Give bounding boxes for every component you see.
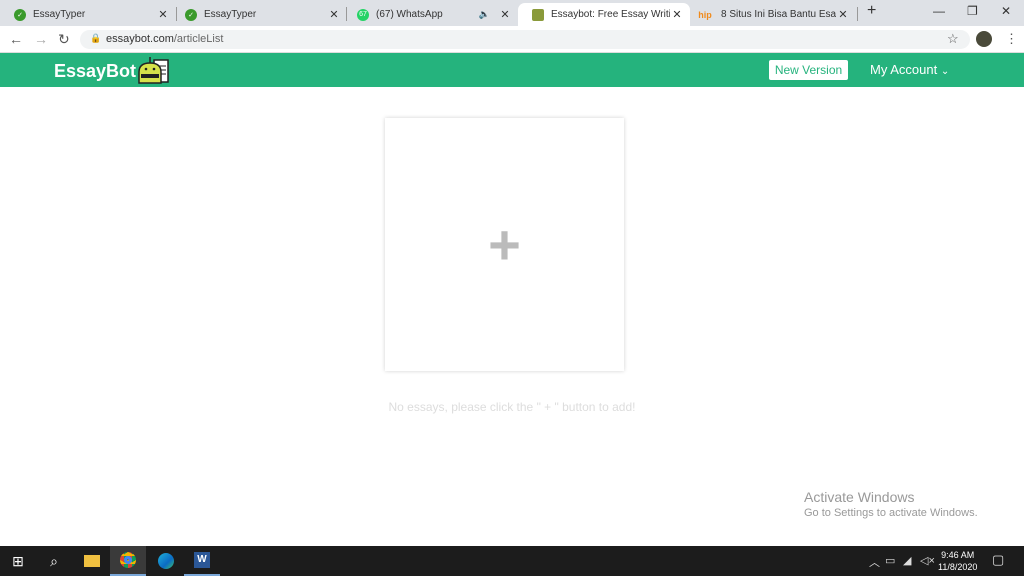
add-essay-card[interactable]: + (385, 118, 624, 371)
watermark-title: Activate Windows (804, 489, 915, 505)
tab-title: EssayTyper (33, 9, 86, 20)
close-tab-icon[interactable]: ✕ (156, 8, 170, 21)
tab-whatsapp[interactable]: 67 (67) WhatsApp 🔈 ✕ (343, 3, 518, 26)
speaker-icon[interactable]: 🔈 (479, 9, 490, 20)
plus-icon: + (488, 212, 521, 276)
tab-essaybot[interactable]: Essaybot: Free Essay Writing To✕ (518, 3, 690, 26)
reload-button[interactable]: ↻ (58, 31, 70, 48)
close-tab-icon[interactable]: ✕ (498, 8, 512, 21)
bookmark-star-icon[interactable]: ☆ (947, 31, 959, 47)
chevron-down-icon: ⌄ (940, 66, 950, 77)
close-tab-icon[interactable]: ✕ (327, 8, 341, 21)
menu-kebab-icon[interactable]: ⋮ (1005, 31, 1018, 47)
search-icon[interactable]: ⌕ (36, 546, 72, 576)
tab-title: 8 Situs Ini Bisa Bantu Esai Hing (721, 9, 836, 20)
url-input[interactable]: 🔒 essaybot.com/articleList (80, 30, 970, 49)
close-window-button[interactable]: ✕ (1001, 4, 1011, 18)
show-hidden-icons-chevron[interactable]: ︿ (869, 554, 880, 570)
hip-icon: hip (698, 9, 712, 20)
activate-windows-watermark: Activate Windows Go to Settings to activ… (804, 489, 978, 519)
url-path: /articleList (173, 33, 224, 45)
close-tab-icon[interactable]: ✕ (836, 8, 850, 21)
essaybot-icon (532, 8, 544, 21)
tab-divider (857, 7, 858, 21)
tab-hipwee[interactable]: hip 8 Situs Ini Bisa Bantu Esai Hing✕ (682, 3, 856, 26)
pencil-check-icon: ✓ (185, 8, 197, 21)
pencil-check-icon: ✓ (14, 8, 26, 21)
site-header: EssayBot New Version My Account ⌄ (0, 53, 1024, 87)
taskbar: ⊞ ⌕ W ︿ ▭ ◢ ◁× 9:46 AM 11/8/2020 ▢ (0, 546, 1024, 576)
essaybot-logo[interactable]: EssayBot (54, 61, 136, 82)
wifi-icon[interactable]: ◢ (903, 554, 911, 567)
empty-state-message: No essays, please click the " + " button… (388, 400, 636, 414)
notifications-icon[interactable]: ▢ (992, 552, 1004, 568)
my-account-label: My Account (870, 62, 938, 77)
file-explorer-icon[interactable] (74, 546, 110, 576)
back-button[interactable]: ← (9, 31, 23, 47)
clock-date: 11/8/2020 (938, 562, 978, 572)
tab-strip: ✓ EssayTyper ✕ ✓ EssayTyper ✕ 67 (67) WhatsAp… (0, 0, 1024, 26)
profile-avatar[interactable] (976, 31, 992, 47)
new-tab-button[interactable]: + (867, 2, 876, 20)
my-account-menu[interactable]: My Account ⌄ (870, 62, 949, 77)
restore-button[interactable]: ❐ (967, 4, 978, 18)
watermark-subtitle: Go to Settings to activate Windows. (804, 507, 978, 519)
address-bar-row: ← → ↻ 🔒 essaybot.com/articleList ☆ ⋮ (0, 26, 1024, 53)
clock-time: 9:46 AM (941, 550, 975, 560)
chrome-icon[interactable] (110, 546, 146, 576)
tab-essaytyper-2[interactable]: ✓ EssayTyper ✕ (171, 3, 347, 26)
tab-essaytyper-1[interactable]: ✓ EssayTyper ✕ (0, 3, 176, 26)
battery-icon[interactable]: ▭ (885, 554, 895, 567)
minimize-button[interactable]: — (933, 4, 945, 18)
system-clock[interactable]: 9:46 AM 11/8/2020 (938, 549, 977, 573)
forward-button[interactable]: → (34, 31, 48, 47)
edge-icon[interactable] (148, 546, 184, 576)
whatsapp-icon: 67 (357, 8, 369, 21)
windows-start-icon[interactable]: ⊞ (0, 546, 36, 576)
robot-logo-icon (138, 57, 169, 84)
tab-title: (67) WhatsApp (376, 9, 443, 20)
word-icon[interactable]: W (184, 546, 220, 576)
volume-muted-icon[interactable]: ◁× (920, 554, 935, 567)
tab-title: Essaybot: Free Essay Writing To (551, 9, 670, 20)
new-version-button[interactable]: New Version (769, 60, 848, 80)
url-host: essaybot.com (106, 33, 174, 45)
lock-icon: 🔒 (90, 33, 102, 43)
tab-title: EssayTyper (204, 9, 257, 20)
